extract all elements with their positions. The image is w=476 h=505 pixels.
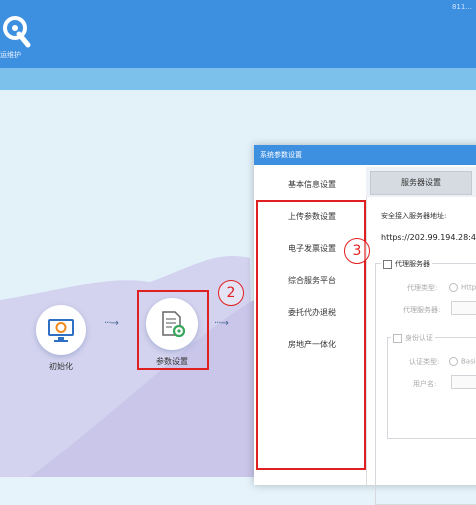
step-badge-2: 2 <box>218 280 244 306</box>
auth-label: 身份认证 <box>405 334 433 342</box>
username-input[interactable] <box>451 375 476 389</box>
tab-bar: 服务器设置 <box>366 167 476 197</box>
highlight-box-parameter-settings <box>137 290 209 370</box>
proxy-server-label: 代理服务器: <box>403 306 441 314</box>
checkbox-icon <box>383 259 392 269</box>
flow-arrow: ···→ <box>104 318 119 329</box>
server-address-input[interactable]: https://202.99.194.28:44 <box>381 233 476 242</box>
auth-type-label: 认证类型: <box>409 358 440 366</box>
node-circle <box>36 305 86 355</box>
step-badge-3: 3 <box>344 238 370 264</box>
server-settings-panel: 安全接入服务器地址: https://202.99.194.28:44 代理服务… <box>366 197 476 505</box>
auth-type-radio[interactable]: Basic <box>449 357 476 366</box>
monitor-icon <box>48 319 74 342</box>
tab-server-settings[interactable]: 服务器设置 <box>370 171 472 195</box>
server-address-label: 安全接入服务器地址: <box>381 212 447 220</box>
proxy-type-radio[interactable]: Http <box>449 283 476 292</box>
radio-icon <box>449 283 458 292</box>
flow-arrow: ···→ <box>214 318 229 329</box>
menu-item-basic-info[interactable]: 基本信息设置 <box>258 169 366 201</box>
checkbox-icon <box>393 333 402 343</box>
workflow-node-initialize[interactable]: 初始化 <box>36 305 86 372</box>
node-label: 初始化 <box>49 362 73 371</box>
proxy-checkbox[interactable]: 代理服务器 <box>381 259 432 269</box>
username-label: 用户名: <box>413 380 437 388</box>
radio-icon <box>449 357 458 366</box>
dialog-title: 系统参数设置 <box>254 145 476 165</box>
proxy-server-input[interactable] <box>451 301 476 315</box>
proxy-type-label: 代理类型: <box>407 284 438 292</box>
auth-checkbox[interactable]: 身份认证 <box>391 333 435 343</box>
proxy-label: 代理服务器 <box>395 260 430 268</box>
